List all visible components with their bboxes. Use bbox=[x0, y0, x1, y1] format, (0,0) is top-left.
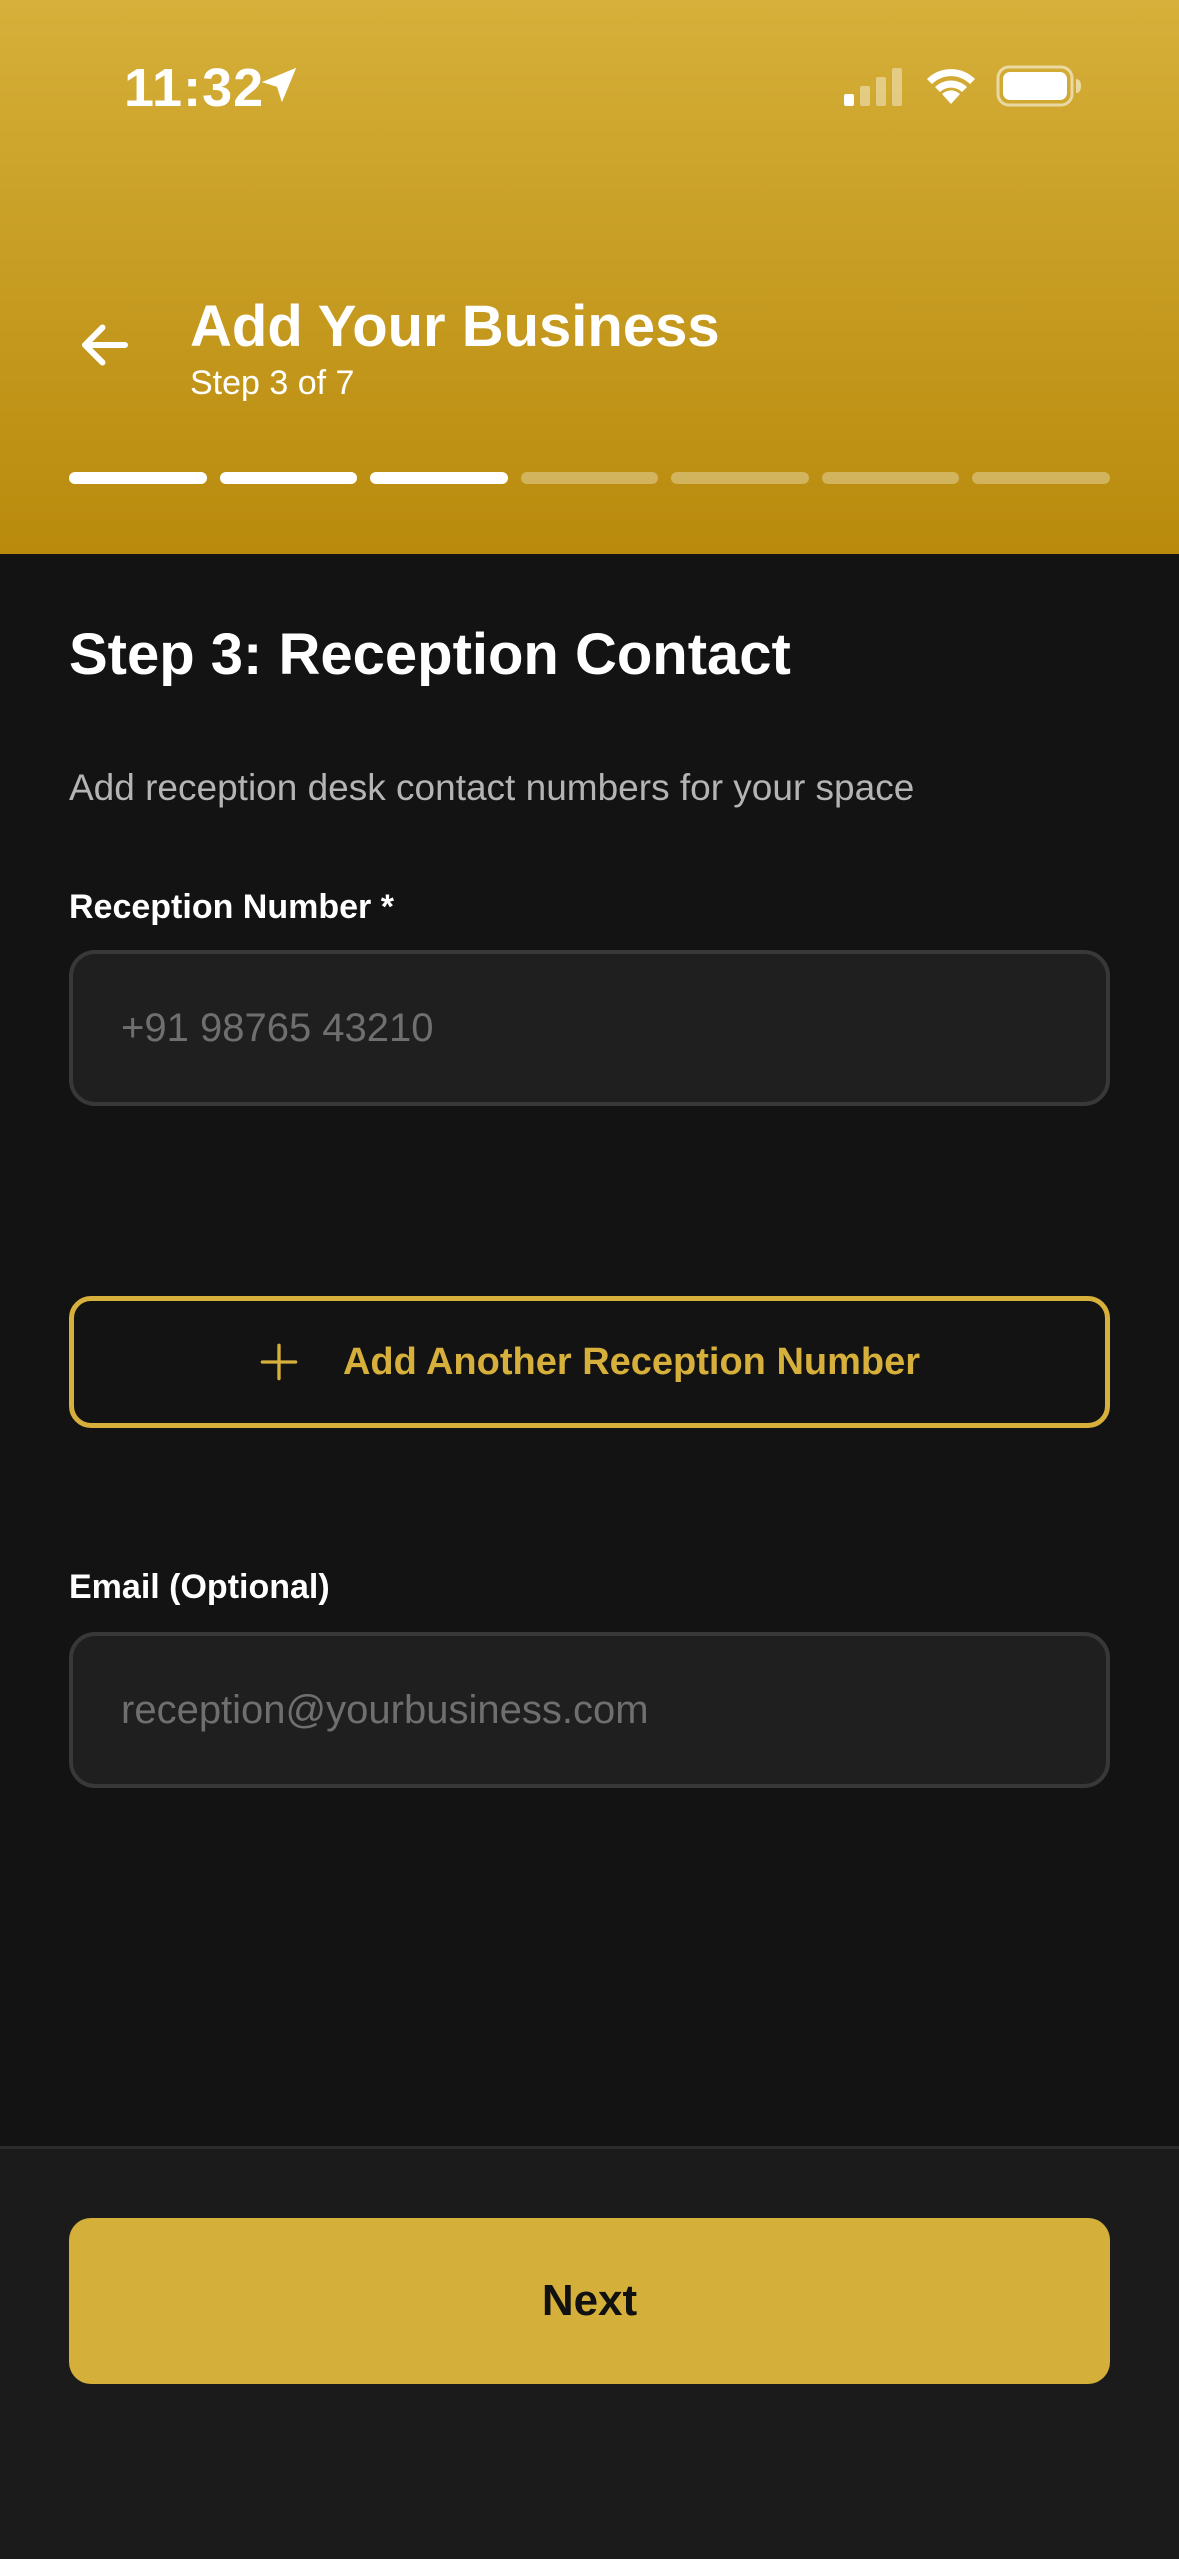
step-description: Add reception desk contact numbers for y… bbox=[69, 767, 915, 808]
reception-number-label: Reception Number * bbox=[69, 888, 394, 926]
email-input[interactable] bbox=[69, 1632, 1110, 1788]
battery-icon bbox=[996, 65, 1081, 107]
app-header: 11:32 Add Your Business Step 3 of 7 bbox=[0, 0, 1179, 554]
step-heading: Step 3: Reception Contact bbox=[69, 622, 791, 687]
add-another-label: Add Another Reception Number bbox=[342, 1340, 921, 1383]
add-another-reception-number-button[interactable]: Add Another Reception Number bbox=[69, 1296, 1110, 1428]
step-indicator: Step 3 of 7 bbox=[190, 364, 355, 402]
plus-icon bbox=[260, 1343, 298, 1381]
next-button-label: Next bbox=[541, 2276, 638, 2325]
wifi-icon bbox=[927, 69, 975, 104]
status-time: 11:32 bbox=[124, 58, 265, 118]
progress-segment-7 bbox=[972, 472, 1111, 484]
location-arrow-icon bbox=[261, 67, 297, 103]
reception-number-input[interactable] bbox=[69, 950, 1110, 1106]
cellular-signal-icon bbox=[844, 68, 902, 106]
next-button[interactable]: Next bbox=[69, 2218, 1110, 2384]
progress-segment-5 bbox=[671, 472, 809, 484]
email-label: Email (Optional) bbox=[69, 1568, 330, 1606]
progress-bar bbox=[69, 472, 1111, 484]
progress-segment-2 bbox=[219, 472, 358, 484]
arrow-left-icon bbox=[82, 324, 128, 366]
progress-segment-6 bbox=[821, 472, 960, 484]
progress-segment-3 bbox=[370, 472, 508, 484]
progress-segment-1 bbox=[69, 472, 207, 484]
back-button[interactable] bbox=[60, 300, 150, 390]
page-title: Add Your Business bbox=[190, 294, 720, 359]
progress-segment-4 bbox=[520, 472, 659, 484]
